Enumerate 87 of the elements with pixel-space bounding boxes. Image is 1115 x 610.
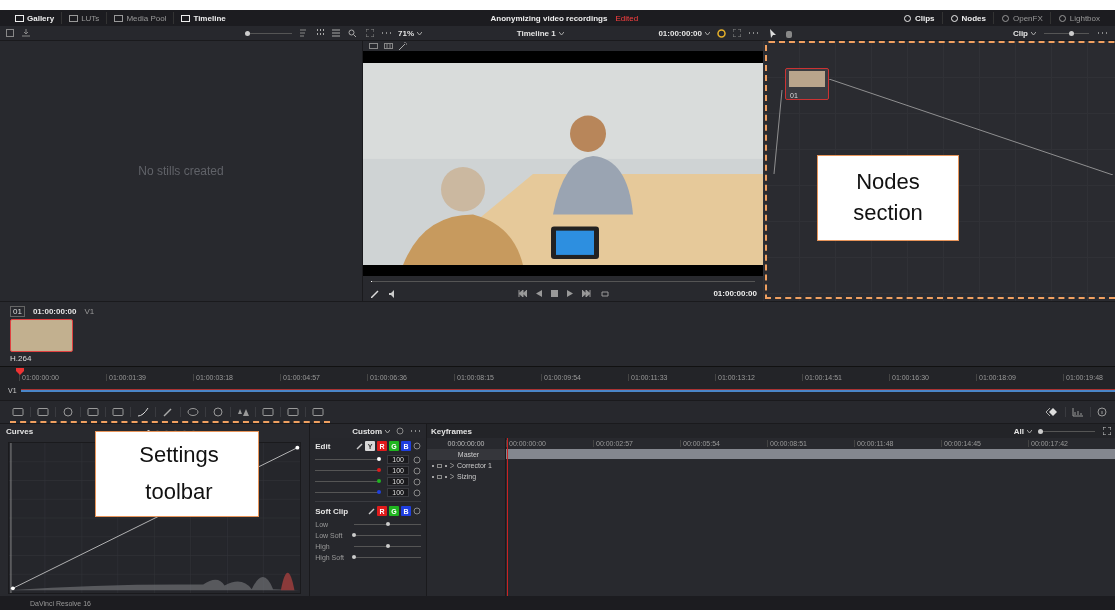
skip-back-icon[interactable] [518, 289, 527, 297]
page-tab[interactable]: Media Pool [107, 12, 175, 24]
node-thumbnail [789, 71, 825, 87]
clip-timecode: 01:00:00:00 [32, 307, 77, 316]
panel-title: Keyframes [431, 426, 472, 436]
status-label: Edited [615, 13, 639, 23]
search-icon[interactable] [348, 29, 356, 37]
split-view-icon[interactable] [369, 43, 378, 49]
annotation-callout: Nodes section [817, 155, 959, 241]
stop-icon[interactable] [551, 289, 558, 297]
track-label: V1 [84, 307, 95, 316]
fullscreen-icon[interactable] [733, 29, 741, 37]
caret-icon [705, 31, 710, 35]
list-view-icon[interactable] [332, 29, 340, 37]
codec-label: H.264 [10, 354, 33, 363]
play-icon[interactable] [567, 289, 573, 297]
caret-icon [385, 429, 390, 433]
page-tab[interactable]: Lightbox [1050, 12, 1107, 24]
caret-icon [558, 31, 564, 35]
scope-icon[interactable] [1072, 407, 1084, 417]
reset-icon[interactable] [396, 427, 404, 435]
panel-icon [1000, 14, 1010, 22]
timecode-dropdown[interactable]: 01:00:00:00 [658, 28, 710, 38]
link-icon[interactable] [356, 442, 363, 450]
wand-icon[interactable] [399, 42, 407, 50]
page-tab[interactable]: LUTs [62, 12, 108, 24]
color-wheel-icon[interactable] [717, 28, 726, 38]
panel-icon [181, 14, 191, 22]
annotation-callout: Settings toolbar [95, 431, 259, 517]
node-mode-dropdown[interactable]: Clip [1012, 28, 1036, 38]
link-icon[interactable] [368, 507, 375, 515]
slider-thumb[interactable] [1069, 30, 1074, 36]
panel-icon [15, 14, 24, 22]
slider-thumb[interactable] [352, 533, 357, 537]
section-label: Edit [315, 441, 332, 451]
sidebar-icon[interactable] [6, 29, 14, 37]
fullscreen-icon[interactable] [1103, 427, 1111, 435]
caret-icon [1027, 429, 1032, 433]
grid-view-icon[interactable] [316, 29, 324, 37]
page-tab[interactable]: Gallery [8, 12, 63, 24]
pen-icon[interactable] [371, 289, 379, 298]
caret-icon [1031, 31, 1036, 35]
pointer-icon[interactable] [770, 28, 777, 38]
panel-icon [114, 14, 124, 22]
panel-title: Curves [6, 426, 34, 436]
page-tab[interactable]: OpenFX [993, 12, 1051, 24]
panel-icon [1057, 14, 1067, 22]
reset-icon[interactable] [413, 507, 421, 515]
slider-thumb[interactable] [377, 490, 382, 494]
clip-thumbnail[interactable] [10, 319, 73, 352]
panel-icon [69, 14, 79, 22]
lock-icon[interactable] [437, 474, 442, 479]
panel-icon [902, 14, 912, 22]
page-tab[interactable]: Nodes [942, 12, 994, 24]
project-title: Anonymizing video recordings [490, 13, 608, 23]
slider-thumb[interactable] [377, 479, 382, 483]
clip-number: 01 [10, 306, 25, 317]
lock-icon[interactable] [437, 463, 442, 468]
fullscreen-icon[interactable] [366, 29, 374, 37]
page-tab[interactable]: Clips [895, 12, 943, 24]
speaker-icon[interactable] [389, 289, 397, 298]
grid-icon[interactable] [384, 43, 393, 49]
step-back-icon[interactable] [536, 289, 542, 297]
slider-thumb[interactable] [245, 30, 250, 36]
slider-thumb[interactable] [385, 544, 390, 548]
skip-forward-icon[interactable] [582, 289, 591, 297]
section-label: Soft Clip [315, 506, 350, 516]
panel-icon [949, 14, 959, 22]
slider-thumb[interactable] [377, 457, 382, 461]
empty-message: No stills created [138, 164, 224, 178]
curve-tool-icon[interactable] [137, 407, 149, 417]
viewer-timecode: 01:00:00:00 [712, 289, 757, 298]
zoom-dropdown[interactable]: 71% [398, 28, 422, 38]
slider-thumb[interactable] [385, 522, 390, 526]
keyframe-icon[interactable] [1045, 407, 1059, 417]
mode-dropdown[interactable]: Custom [352, 426, 390, 436]
circle-tool-icon[interactable] [62, 407, 74, 417]
filter-dropdown[interactable]: All [1013, 426, 1032, 436]
slider-thumb[interactable] [352, 555, 357, 559]
caret-icon [417, 31, 422, 35]
page-tab[interactable]: Timeline [174, 12, 233, 24]
slider-thumb[interactable] [1038, 428, 1043, 434]
import-icon[interactable] [22, 29, 30, 37]
info-icon[interactable] [1097, 407, 1107, 417]
timeline-dropdown[interactable]: Timeline 1 [516, 28, 564, 38]
slider-thumb[interactable] [377, 468, 382, 472]
playhead-icon[interactable] [16, 368, 24, 375]
